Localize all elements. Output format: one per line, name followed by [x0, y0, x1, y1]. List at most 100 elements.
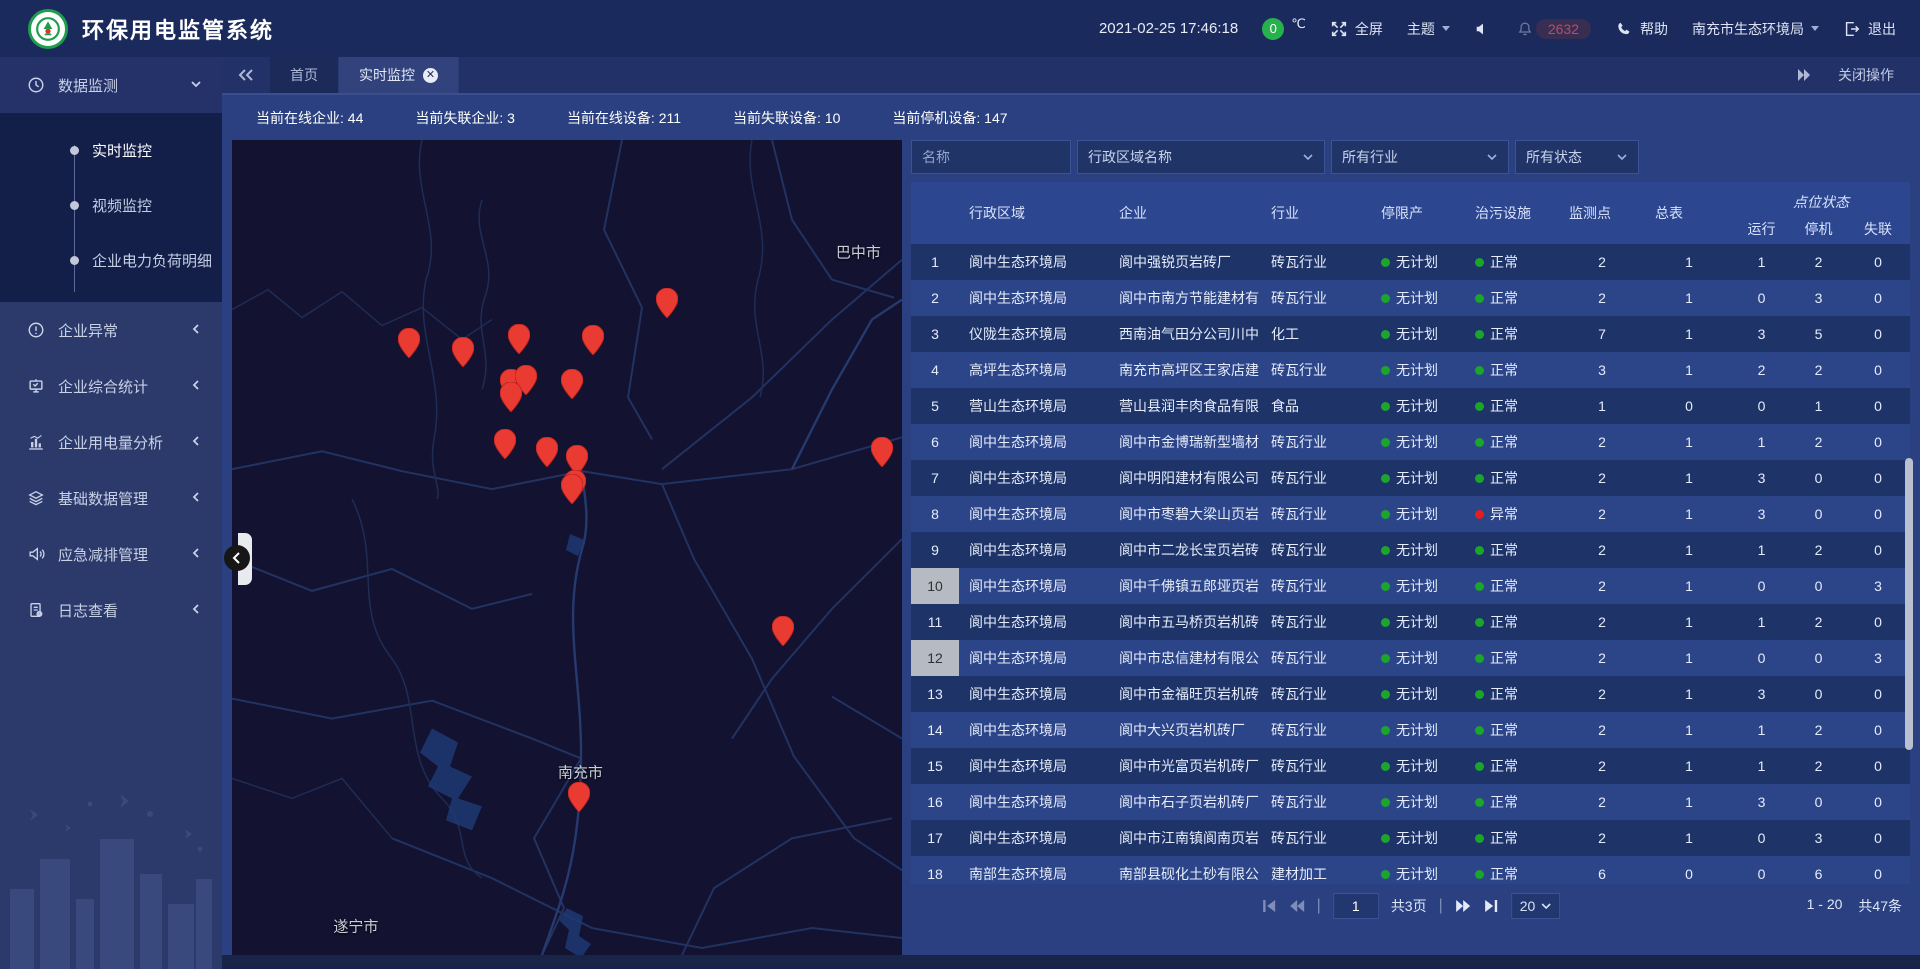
table-row[interactable]: 9阆中生态环境局阆中市二龙长宝页岩砖砖瓦行业无计划正常21120	[911, 532, 1910, 568]
map-marker-pin[interactable]	[536, 437, 558, 467]
status-dot-green	[1475, 762, 1484, 771]
table-row[interactable]: 16阆中生态环境局阆中市石子页岩机砖厂砖瓦行业无计划正常21300	[911, 784, 1910, 820]
sidebar-item[interactable]: 实时监控	[0, 123, 222, 178]
table-row[interactable]: 2阆中生态环境局阆中市南方节能建材有砖瓦行业无计划正常21030	[911, 280, 1910, 316]
sidebar-group-data-monitor[interactable]: 数据监测	[0, 57, 222, 113]
cell-facility: 正常	[1465, 748, 1559, 784]
table-row[interactable]: 1阆中生态环境局阆中强锐页岩砖厂砖瓦行业无计划正常21120	[911, 244, 1910, 280]
cell-halt: 0	[1790, 676, 1847, 712]
map-marker-pin[interactable]	[568, 782, 590, 812]
table-row[interactable]: 10阆中生态环境局阆中千佛镇五郎垭页岩砖瓦行业无计划正常21003	[911, 568, 1910, 604]
sidebar-item[interactable]: 企业电力负荷明细	[0, 233, 222, 288]
table-row[interactable]: 11阆中生态环境局阆中市五马桥页岩机砖砖瓦行业无计划正常21120	[911, 604, 1910, 640]
cell-facility: 正常	[1465, 316, 1559, 352]
tab-首页[interactable]: 首页	[270, 57, 339, 93]
chevron-left-icon	[224, 545, 250, 571]
map-marker-pin[interactable]	[772, 616, 794, 646]
status-dot-green	[1381, 438, 1390, 447]
cell-monitor: 7	[1559, 316, 1645, 352]
notifications-button[interactable]: 2632	[1516, 19, 1591, 39]
sidebar-group-power-analysis[interactable]: 企业用电量分析	[0, 414, 222, 470]
cell-stop-limit: 无计划	[1371, 496, 1465, 532]
tabs-scroll-right-button[interactable]	[1796, 68, 1812, 82]
region-select[interactable]: 行政区域名称	[1077, 140, 1325, 174]
map-marker-pin[interactable]	[561, 369, 583, 399]
table-row[interactable]: 12阆中生态环境局阆中市忠信建材有限公砖瓦行业无计划正常21003	[911, 640, 1910, 676]
cell-company: 阆中市南方节能建材有	[1109, 280, 1261, 316]
cell-halt: 2	[1790, 244, 1847, 280]
help-button[interactable]: 帮助	[1615, 19, 1668, 39]
prev-page-button[interactable]	[1289, 899, 1305, 913]
close-icon[interactable]: ✕	[423, 68, 438, 83]
cell-industry: 砖瓦行业	[1261, 244, 1371, 280]
map-marker-pin[interactable]	[494, 429, 516, 459]
cell-seq: 13	[911, 676, 959, 712]
map-marker-pin[interactable]	[500, 382, 522, 412]
page-size-select[interactable]: 20	[1511, 893, 1561, 919]
table-row[interactable]: 18南部生态环境局南部县砚化土砂有限公建材加工无计划正常60060	[911, 856, 1910, 884]
close-operations-button[interactable]: 关闭操作	[1838, 65, 1894, 85]
next-page-button[interactable]	[1455, 899, 1471, 913]
cell-meter: 1	[1645, 460, 1733, 496]
chevron-down-icon	[1616, 151, 1628, 163]
map-marker-pin[interactable]	[656, 288, 678, 318]
table-row[interactable]: 17阆中生态环境局阆中市江南镇阆南页岩砖瓦行业无计划正常21030	[911, 820, 1910, 856]
map-marker-pin[interactable]	[398, 328, 420, 358]
map-panel[interactable]: 巴中市南充市遂宁市	[232, 140, 902, 955]
sidebar-group-enterprise-stats[interactable]: 企业综合统计	[0, 358, 222, 414]
cell-company: 阆中市金博瑞新型墙材	[1109, 424, 1261, 460]
cell-industry: 砖瓦行业	[1261, 820, 1371, 856]
org-label: 南充市生态环境局	[1692, 19, 1804, 39]
map-marker-pin[interactable]	[561, 474, 583, 504]
first-page-button[interactable]	[1261, 899, 1277, 913]
temperature-unit: ℃	[1291, 16, 1306, 32]
table-row[interactable]: 4高坪生态环境局南充市高坪区王家店建砖瓦行业无计划正常31220	[911, 352, 1910, 388]
table-row[interactable]: 5营山生态环境局营山县润丰肉食品有限食品无计划正常10010	[911, 388, 1910, 424]
cell-monitor: 2	[1559, 496, 1645, 532]
cell-monitor: 1	[1559, 388, 1645, 424]
cell-offline: 0	[1847, 856, 1909, 884]
sidebar-group-enterprise-abnormal[interactable]: 企业异常	[0, 302, 222, 358]
table-row[interactable]: 6阆中生态环境局阆中市金博瑞新型墙材砖瓦行业无计划正常21120	[911, 424, 1910, 460]
sidebar-group-logs[interactable]: 日志查看	[0, 582, 222, 638]
table-scrollbar-thumb[interactable]	[1905, 458, 1913, 750]
logout-button[interactable]: 退出	[1843, 19, 1896, 39]
table-row[interactable]: 14阆中生态环境局阆中大兴页岩机砖厂砖瓦行业无计划正常21120	[911, 712, 1910, 748]
table-row[interactable]: 15阆中生态环境局阆中市光富页岩机砖厂砖瓦行业无计划正常21120	[911, 748, 1910, 784]
tabs-scroll-left-button[interactable]	[222, 57, 270, 93]
map-marker-pin[interactable]	[452, 337, 474, 367]
cell-seq: 3	[911, 316, 959, 352]
cell-meter: 1	[1645, 568, 1733, 604]
org-dropdown[interactable]: 南充市生态环境局	[1692, 19, 1819, 39]
name-search-input[interactable]	[911, 140, 1071, 174]
cell-facility: 正常	[1465, 604, 1559, 640]
last-page-button[interactable]	[1483, 899, 1499, 913]
table-row[interactable]: 13阆中生态环境局阆中市金福旺页岩机砖砖瓦行业无计划正常21300	[911, 676, 1910, 712]
cell-region: 高坪生态环境局	[959, 352, 1109, 388]
column-header-meter: 总表	[1645, 182, 1733, 244]
theme-dropdown[interactable]: 主题	[1407, 19, 1450, 39]
sidebar-item[interactable]: 视频监控	[0, 178, 222, 233]
table-row[interactable]: 7阆中生态环境局阆中明阳建材有限公司砖瓦行业无计划正常21300	[911, 460, 1910, 496]
cell-monitor: 2	[1559, 640, 1645, 676]
fullscreen-button[interactable]: 全屏	[1330, 19, 1383, 39]
map-marker-pin[interactable]	[582, 325, 604, 355]
map-marker-pin[interactable]	[508, 324, 530, 354]
map-marker-pin[interactable]	[871, 437, 893, 467]
status-select[interactable]: 所有状态	[1515, 140, 1639, 174]
cell-halt: 2	[1790, 424, 1847, 460]
brand: 环保用电监管系统	[28, 9, 274, 49]
cell-stop-limit: 无计划	[1371, 820, 1465, 856]
sidebar-group-base-data[interactable]: 基础数据管理	[0, 470, 222, 526]
tab-实时监控[interactable]: 实时监控✕	[339, 57, 459, 93]
industry-select[interactable]: 所有行业	[1331, 140, 1509, 174]
table-row[interactable]: 8阆中生态环境局阆中市枣碧大梁山页岩砖瓦行业无计划异常21300	[911, 496, 1910, 532]
table-row[interactable]: 3仪陇生态环境局西南油气田分公司川中化工无计划正常71350	[911, 316, 1910, 352]
map-collapse-handle[interactable]	[228, 531, 258, 587]
page-number-input[interactable]	[1333, 893, 1379, 919]
cell-halt: 0	[1790, 784, 1847, 820]
cell-stop-limit: 无计划	[1371, 532, 1465, 568]
mute-button[interactable]	[1474, 20, 1492, 38]
cell-offline: 0	[1847, 820, 1909, 856]
sidebar-group-emergency[interactable]: 应急减排管理	[0, 526, 222, 582]
